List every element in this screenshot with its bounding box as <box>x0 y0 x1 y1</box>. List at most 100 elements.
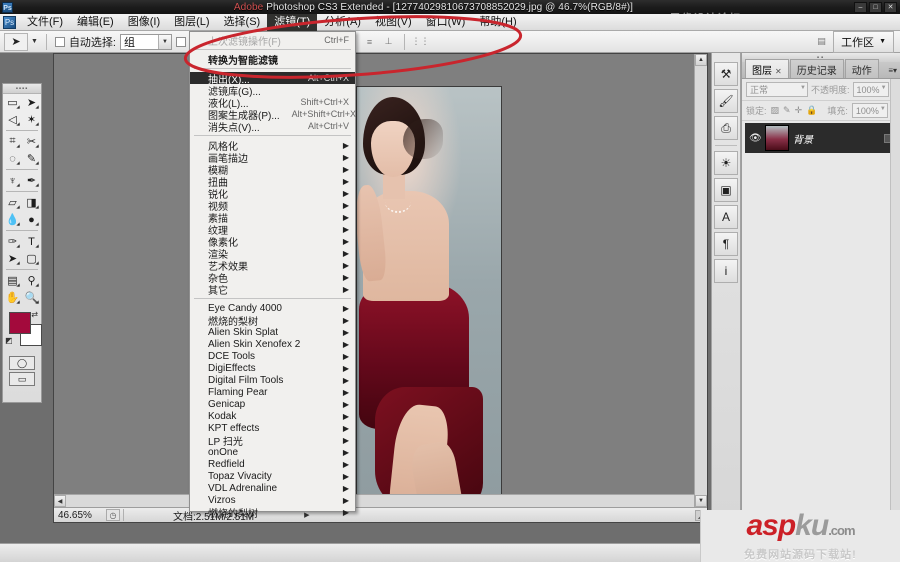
filter-menu-item[interactable]: Flaming Pear ▶ <box>190 386 355 398</box>
opacity-field[interactable]: 100% ▼ <box>852 82 889 97</box>
menu-item-3[interactable]: 图层(L) <box>167 14 216 31</box>
show-transform-checkbox[interactable] <box>176 36 186 47</box>
lock-position-icon[interactable]: ✛ <box>795 105 803 116</box>
quick-mask-icon[interactable]: ◯ <box>9 356 35 370</box>
foreground-color-swatch[interactable] <box>9 312 31 334</box>
eye-icon[interactable]: 👁 <box>749 133 762 144</box>
clone-source-icon[interactable]: ⎙ <box>714 116 738 140</box>
panel-tab-1[interactable]: 历史记录 <box>789 59 844 78</box>
histogram-icon[interactable]: ▣ <box>714 178 738 202</box>
filter-menu-item[interactable]: 消失点(V)... Alt+Ctrl+V <box>190 120 355 134</box>
eraser-tool-icon[interactable]: ▱ <box>3 194 22 211</box>
hand-tool-icon[interactable]: ✋ <box>3 289 22 306</box>
filter-menu-item[interactable]: Topaz Vivacity ▶ <box>190 470 355 482</box>
pen-tool-icon[interactable]: ✑ <box>3 233 22 250</box>
paragraph-icon[interactable]: ¶ <box>714 232 738 256</box>
document-vertical-scrollbar[interactable]: ▲ ▼ <box>694 54 707 507</box>
shape-tool-icon[interactable]: ▢ <box>22 250 41 267</box>
filter-menu-item[interactable]: Genicap ▶ <box>190 398 355 410</box>
toolbox-grip[interactable]: ▪▪▪▪ <box>3 84 41 94</box>
character-icon[interactable]: A <box>714 205 738 229</box>
brushes-icon[interactable]: 🖌 <box>714 89 738 113</box>
type-tool-icon[interactable]: T <box>22 233 41 250</box>
notes-tool-icon[interactable]: ▤ <box>3 272 22 289</box>
adjustments-icon[interactable]: ☀ <box>714 151 738 175</box>
filter-menu-item[interactable]: DCE Tools ▶ <box>190 350 355 362</box>
workspace-button[interactable]: 工作区 ▼ <box>833 30 894 53</box>
filter-menu-item[interactable]: 燃烧的梨树 ▶ <box>190 314 355 328</box>
layer-thumbnail[interactable] <box>765 125 789 151</box>
chevron-down-icon[interactable]: ▼ <box>881 85 887 91</box>
menu-item-7[interactable]: 视图(V) <box>368 14 419 31</box>
panel-tab-2[interactable]: 动作 <box>844 59 879 78</box>
panel-menu-icon[interactable]: ≡▾ <box>888 66 897 75</box>
align-bottom-icon[interactable]: ⊥ <box>381 34 396 49</box>
chevron-down-icon[interactable]: ▼ <box>880 106 886 112</box>
history-brush-tool-icon[interactable]: ✒ <box>22 172 41 189</box>
layer-name[interactable]: 背景 <box>793 131 880 146</box>
scroll-left-button[interactable]: ◀ <box>54 495 66 507</box>
filter-menu-item[interactable]: Kodak ▶ <box>190 410 355 422</box>
filter-menu-item[interactable]: Alien Skin Xenofex 2 ▶ <box>190 338 355 350</box>
close-icon[interactable]: ✕ <box>775 67 782 76</box>
chevron-down-icon[interactable]: ▼ <box>158 34 171 49</box>
info-icon[interactable]: i <box>714 259 738 283</box>
lock-transparency-icon[interactable]: ▨ <box>771 105 780 116</box>
filter-menu-item[interactable]: Redfield ▶ <box>190 458 355 470</box>
menu-item-2[interactable]: 图像(I) <box>121 14 167 31</box>
photoshop-icon[interactable]: Ps <box>2 1 13 13</box>
close-button[interactable]: ✕ <box>884 1 897 13</box>
blur-tool-icon[interactable]: 💧 <box>3 211 22 228</box>
gradient-tool-icon[interactable]: ◨ <box>22 194 41 211</box>
panel-tab-0[interactable]: 图层 ✕ <box>745 59 789 78</box>
auto-select-checkbox[interactable] <box>54 36 65 47</box>
lasso-tool-icon[interactable]: ◁ <box>3 111 22 128</box>
move-tool-icon[interactable]: ➤ <box>22 94 41 111</box>
filter-menu-item[interactable]: onOne ▶ <box>190 446 355 458</box>
filter-menu-item[interactable]: Alien Skin Splat ▶ <box>190 326 355 338</box>
filter-menu-dropdown[interactable]: 上次滤镜操作(F) Ctrl+F 转换为智能滤镜 抽出(X)... Alt+Ctrl+X… <box>189 31 356 520</box>
layer-row[interactable]: 👁 背景 <box>745 123 897 153</box>
menu-item-5[interactable]: 滤镜(T) <box>267 13 318 31</box>
document-horizontal-scrollbar[interactable]: ◀ <box>54 494 694 507</box>
tool-preset-chevron-icon[interactable]: ▼ <box>31 38 38 45</box>
blend-mode-dropdown[interactable]: 正常 ▼ <box>746 82 808 97</box>
go-to-bridge-icon[interactable]: ▤ <box>814 34 829 49</box>
menu-item-1[interactable]: 编辑(E) <box>70 14 121 31</box>
screen-mode-icon[interactable]: ▭ <box>9 372 35 386</box>
filter-menu-item[interactable]: 转换为智能滤镜 <box>190 53 355 67</box>
preview-proxy-icon[interactable]: ◷ <box>106 509 120 521</box>
default-colors-icon[interactable]: ◩ <box>5 336 13 345</box>
magic-wand-tool-icon[interactable]: ✶ <box>22 111 41 128</box>
menu-item-6[interactable]: 分析(A) <box>317 14 368 31</box>
filter-menu-item[interactable]: DigiEffects ▶ <box>190 362 355 374</box>
zoom-tool-icon[interactable]: 🔍 <box>22 289 41 306</box>
slice-tool-icon[interactable]: ✂ <box>22 133 41 150</box>
marquee-tool-icon[interactable]: ▭ <box>3 94 22 111</box>
chevron-down-icon[interactable]: ▼ <box>800 85 806 91</box>
dodge-tool-icon[interactable]: ● <box>22 211 41 228</box>
tool-presets-icon[interactable]: ⚒ <box>714 62 738 86</box>
menu-item-8[interactable]: 窗口(W) <box>419 14 473 31</box>
path-selection-tool-icon[interactable]: ➤ <box>3 250 22 267</box>
chevron-down-icon[interactable]: ▼ <box>879 38 886 45</box>
fill-field[interactable]: 100% ▼ <box>851 103 888 118</box>
filter-menu-item[interactable]: VDL Adrenaline ▶ <box>190 482 355 494</box>
zoom-level[interactable]: 46.65% <box>54 510 106 521</box>
filter-menu-item[interactable]: Digital Film Tools ▶ <box>190 374 355 386</box>
app-menu-icon[interactable]: Ps <box>3 15 16 29</box>
brush-tool-icon[interactable]: ✎ <box>22 150 41 167</box>
canvas-area[interactable] <box>54 54 707 522</box>
scroll-up-button[interactable]: ▲ <box>695 54 707 66</box>
move-tool-icon[interactable]: ➤ <box>4 32 28 51</box>
align-middle-icon[interactable]: ≡ <box>362 34 377 49</box>
distribute-icon[interactable]: ⋮⋮ <box>412 34 430 49</box>
clone-stamp-tool-icon[interactable]: ♆ <box>3 172 22 189</box>
filter-menu-item[interactable]: 燃烧的梨树 ▶ <box>190 506 355 520</box>
menu-item-0[interactable]: 文件(F) <box>20 14 70 31</box>
eyedropper-tool-icon[interactable]: ⚲ <box>22 272 41 289</box>
menu-item-9[interactable]: 帮助(H) <box>472 14 523 31</box>
swap-colors-icon[interactable]: ⇄ <box>31 310 38 319</box>
menu-item-4[interactable]: 选择(S) <box>217 14 268 31</box>
lock-all-icon[interactable]: 🔒 <box>806 105 817 116</box>
